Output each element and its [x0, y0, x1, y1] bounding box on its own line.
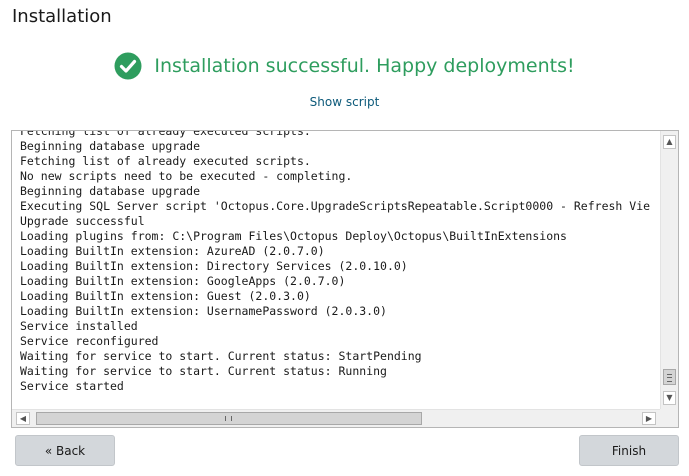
scroll-up-icon[interactable]: ▲ — [663, 135, 676, 149]
vertical-scroll-thumb[interactable] — [663, 369, 676, 385]
log-line: No new scripts need to be executed - com… — [20, 169, 353, 183]
log-line: Loading BuiltIn extension: GoogleApps (2… — [20, 274, 346, 288]
scroll-left-icon[interactable]: ◀ — [16, 412, 30, 425]
scroll-right-icon[interactable]: ▶ — [642, 412, 656, 425]
success-banner: Installation successful. Happy deploymen… — [0, 50, 689, 82]
log-text: Fetching list of already executed script… — [20, 131, 650, 394]
log-line: Service started — [20, 379, 124, 393]
log-line: Beginning database upgrade — [20, 139, 201, 153]
log-line: Loading BuiltIn extension: AzureAD (2.0.… — [20, 244, 325, 258]
install-log[interactable]: Fetching list of already executed script… — [11, 130, 679, 428]
check-circle-icon — [114, 52, 142, 80]
show-script-link[interactable]: Show script — [0, 95, 689, 109]
log-line: Fetching list of already executed script… — [20, 154, 311, 168]
finish-button[interactable]: Finish — [579, 435, 679, 466]
log-line: Loading BuiltIn extension: UsernamePassw… — [20, 304, 387, 318]
log-line: Service installed — [20, 319, 138, 333]
log-line: Loading BuiltIn extension: Directory Ser… — [20, 259, 408, 273]
success-message: Installation successful. Happy deploymen… — [154, 55, 575, 77]
log-line: Executing SQL Server script 'Octopus.Cor… — [20, 199, 651, 213]
log-line: Loading BuiltIn extension: Guest (2.0.3.… — [20, 289, 311, 303]
log-line: Service reconfigured — [20, 334, 159, 348]
page-title: Installation — [12, 6, 112, 27]
horizontal-scrollbar[interactable]: ◀ ▶ — [12, 409, 660, 427]
log-line: Fetching list of already executed script… — [20, 131, 311, 138]
log-line: Beginning database upgrade — [20, 184, 201, 198]
vertical-scrollbar[interactable]: ▲ ▼ — [660, 131, 678, 409]
horizontal-scroll-thumb[interactable] — [36, 412, 422, 425]
log-line: Waiting for service to start. Current st… — [20, 364, 387, 378]
log-line: Upgrade successful — [20, 214, 145, 228]
log-viewport: Fetching list of already executed script… — [12, 131, 660, 409]
log-line: Waiting for service to start. Current st… — [20, 349, 422, 363]
back-button[interactable]: « Back — [15, 435, 115, 466]
scrollbar-corner — [660, 409, 678, 427]
scroll-down-icon[interactable]: ▼ — [663, 391, 676, 405]
log-line: Loading plugins from: C:\Program Files\O… — [20, 229, 567, 243]
